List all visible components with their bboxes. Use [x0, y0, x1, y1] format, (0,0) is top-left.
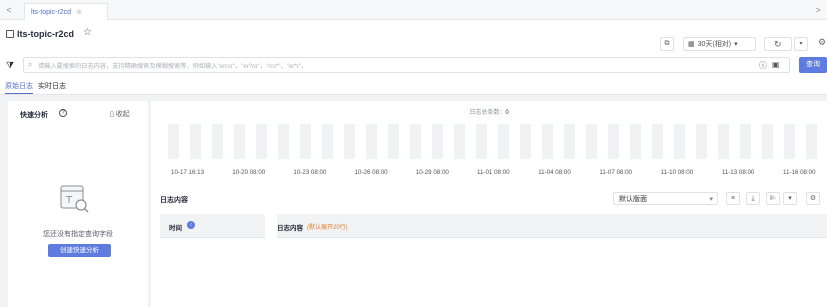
- settings-gear-icon[interactable]: ⚙: [818, 37, 826, 48]
- histogram-bar: [806, 124, 817, 159]
- svg-text:T: T: [65, 195, 73, 206]
- question-icon[interactable]: ?: [59, 109, 67, 117]
- download-icon[interactable]: ⤓: [746, 192, 760, 205]
- layout-select[interactable]: 默认版面 ▾: [613, 192, 718, 205]
- page-title: lts-topic-r2cd: [17, 29, 75, 39]
- column-log-content: 日志内容: [277, 225, 303, 232]
- histogram-bar: [300, 124, 311, 159]
- histogram-bar: [718, 124, 729, 159]
- histogram-bar: [762, 124, 773, 159]
- log-total-value: 0: [505, 110, 509, 116]
- chevron-down-icon: ▾: [709, 195, 713, 203]
- quick-analysis-title: 快速分析: [20, 112, 48, 119]
- histogram-bar: [410, 124, 421, 159]
- histogram-bar: [322, 124, 333, 159]
- histogram-bar: [630, 124, 641, 159]
- search-input[interactable]: 请输入要搜索的日志内容，支持精确搜索及模糊搜索等，例如输入"error"，"er…: [23, 57, 790, 73]
- log-results-panel: 日志总条数：0 10-17 16:13 10-20 08:00 10-23 08:0…: [151, 101, 827, 307]
- share-icon[interactable]: ⧉: [660, 37, 674, 51]
- favorite-star-icon[interactable]: ☆: [83, 27, 92, 38]
- log-content-title: 日志内容: [160, 197, 188, 204]
- search-icon: ⌕: [28, 60, 33, 69]
- x-tick-label: 11-16 08:00: [783, 169, 816, 176]
- histogram-bar: [388, 124, 399, 159]
- table-settings-gear-icon[interactable]: ⚙: [806, 192, 820, 205]
- log-table-header: 时间 ↕ 日志内容 (默认展开20行): [160, 214, 827, 238]
- x-tick-label: 10-29 08:00: [415, 169, 449, 176]
- refresh-icon: ↻: [774, 39, 782, 49]
- histogram-bar: [190, 124, 201, 159]
- create-quick-analysis-button[interactable]: 创建快速分析: [48, 244, 111, 257]
- filter-funnel-icon[interactable]: ⧩: [6, 60, 14, 71]
- time-sort-icon[interactable]: ↕: [187, 221, 195, 229]
- histogram-bar: [696, 124, 707, 159]
- wrap-lines-icon[interactable]: ≡: [726, 192, 740, 205]
- histogram-bar: [674, 124, 685, 159]
- x-tick-label: 11-04 08:00: [538, 169, 571, 176]
- collapse-button[interactable]: ▯ 收起: [110, 109, 130, 119]
- tab-lts-topic[interactable]: lts-topic-r2cd ⊗: [24, 3, 108, 20]
- time-range-value: 30天(相对): [697, 41, 732, 48]
- histogram-bar: [432, 124, 443, 159]
- histogram-bar: [366, 124, 377, 159]
- x-tick-label: 10-23 08:00: [293, 169, 327, 176]
- refresh-button[interactable]: ↻: [764, 37, 792, 51]
- histogram-bar: [476, 124, 487, 159]
- tab-prev-icon[interactable]: <: [4, 5, 14, 15]
- column-time[interactable]: 时间: [169, 222, 182, 232]
- histogram-bar: [212, 124, 223, 159]
- expand-hint: (默认展开20行): [307, 225, 348, 231]
- histogram-bar: [454, 124, 465, 159]
- calendar-icon: ▦: [688, 41, 695, 48]
- histogram-bar: [520, 124, 531, 159]
- histogram-bar: [652, 124, 663, 159]
- histogram-bar: [564, 124, 575, 159]
- quick-analysis-panel: 快速分析 ? ▯ 收起 T 您还没有指定查询字段 创建快速分析: [8, 101, 148, 307]
- tab-label: lts-topic-r2cd: [31, 8, 72, 16]
- histogram-bars: [168, 124, 827, 159]
- header-separator: [265, 214, 277, 238]
- stream-icon: [6, 30, 14, 38]
- tab-realtime-logs[interactable]: 实时日志: [38, 81, 66, 91]
- tab-raw-logs[interactable]: 原始日志: [5, 81, 33, 94]
- x-tick-label: 11-01 08:00: [477, 169, 510, 176]
- histogram-bar: [784, 124, 795, 159]
- empty-fields-illustration-icon: T: [60, 185, 89, 213]
- log-subtabs: 原始日志 实时日志: [0, 79, 827, 95]
- tab-next-icon[interactable]: >: [813, 5, 823, 15]
- chevron-down-icon: ▾: [734, 41, 738, 48]
- x-tick-label: 11-07 08:00: [599, 169, 632, 176]
- histogram-bar: [256, 124, 267, 159]
- x-tick-label: 10-20 08:00: [232, 169, 266, 176]
- x-tick-label: 11-13 08:00: [721, 169, 755, 176]
- histogram-bar: [542, 124, 553, 159]
- tab-close-icon[interactable]: ⊗: [76, 8, 82, 16]
- help-icon[interactable]: ⓘ: [759, 60, 767, 71]
- more-dropdown-icon[interactable]: ▾: [783, 192, 797, 205]
- histogram-bar: [344, 124, 355, 159]
- time-range-select[interactable]: ▦ 30天(相对) ▾: [683, 37, 756, 51]
- histogram-bar: [586, 124, 597, 159]
- histogram-bar: [740, 124, 751, 159]
- histogram-bar: [498, 124, 509, 159]
- save-query-icon[interactable]: ▣: [772, 60, 780, 69]
- refresh-dropdown-icon[interactable]: ▾: [794, 37, 808, 51]
- tab-bar: [0, 0, 827, 20]
- log-total-label: 日志总条数：: [469, 110, 506, 116]
- x-tick-label: 10-17 16:13: [171, 169, 205, 176]
- search-placeholder: 请输入要搜索的日志内容，支持精确搜索及模糊搜索等，例如输入"error"，"er…: [38, 62, 308, 70]
- x-tick-label: 11-10 08:00: [660, 169, 694, 176]
- layout-select-value: 默认版面: [619, 195, 647, 203]
- query-button[interactable]: 查询: [799, 57, 827, 73]
- column-settings-icon[interactable]: ⊫: [766, 192, 780, 205]
- histogram-bar: [168, 124, 179, 159]
- collapse-label: 收起: [115, 111, 130, 118]
- histogram-bar: [278, 124, 289, 159]
- x-tick-label: 10-26 08:00: [354, 169, 388, 176]
- histogram-bar: [608, 124, 619, 159]
- empty-fields-text: 您还没有指定查询字段: [43, 231, 113, 238]
- log-total-count: 日志总条数：0: [151, 107, 827, 116]
- histogram-bar: [234, 124, 245, 159]
